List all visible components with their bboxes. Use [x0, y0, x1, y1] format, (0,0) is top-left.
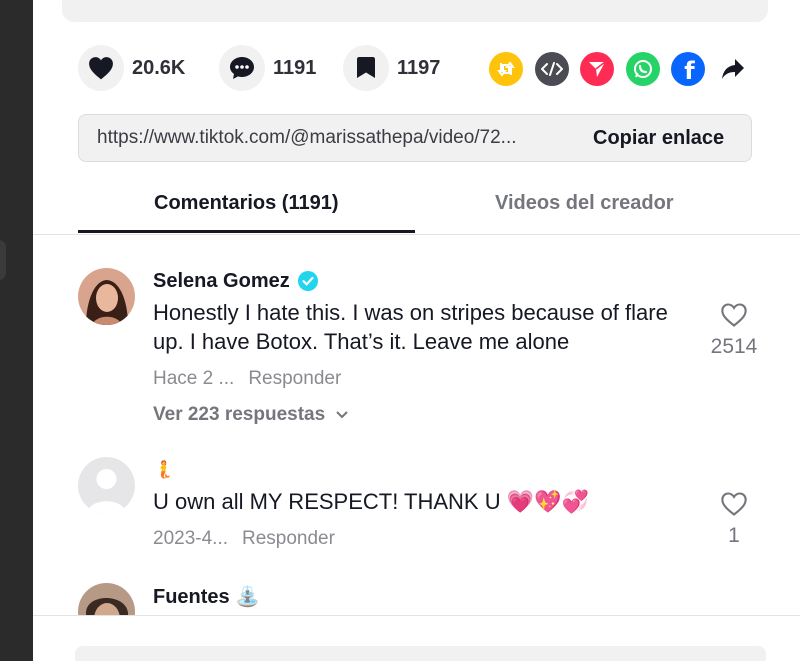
- comment-tabs: Comentarios (1191) Videos del creador: [33, 180, 800, 235]
- comment-input-divider: [33, 615, 800, 616]
- comment-time: 2023-4...: [153, 528, 228, 549]
- heart-icon: [89, 57, 113, 80]
- username-text[interactable]: 🧜: [153, 460, 174, 480]
- send-button[interactable]: [580, 52, 614, 86]
- like-button[interactable]: [78, 45, 124, 91]
- facebook-button[interactable]: f: [671, 52, 705, 86]
- comment-item: 🧜 U own all MY RESPECT! THANK U 💗💖💞 2023…: [78, 457, 768, 557]
- active-tab-indicator: [78, 230, 415, 233]
- verified-badge-icon: [297, 271, 318, 291]
- repost-icon: [497, 61, 515, 77]
- comment-time: Hace 2 ...: [153, 368, 235, 389]
- avatar[interactable]: [78, 268, 135, 325]
- reply-button[interactable]: Responder: [242, 528, 335, 550]
- username-text[interactable]: Selena Gomez: [153, 270, 290, 293]
- reply-button[interactable]: Responder: [248, 368, 341, 390]
- comment-button[interactable]: [219, 45, 265, 91]
- comment-icon: [230, 57, 254, 79]
- share-arrow-icon: [722, 59, 744, 79]
- comment-item: Selena Gomez Honestly I hate this. I was…: [78, 268, 768, 438]
- heart-outline-icon[interactable]: [720, 302, 748, 328]
- left-rail: [0, 0, 33, 661]
- repost-button[interactable]: [489, 52, 523, 86]
- comment-like-count: 2514: [710, 335, 758, 358]
- facebook-icon: f: [684, 57, 695, 85]
- comment-like[interactable]: 2514: [704, 302, 764, 359]
- whatsapp-button[interactable]: [626, 52, 660, 86]
- share-link-bar: https://www.tiktok.com/@marissathepa/vid…: [78, 114, 752, 162]
- tab-creator-videos[interactable]: Videos del creador: [495, 192, 674, 215]
- comment-item: Fuentes ⛲: [78, 583, 768, 615]
- view-replies-button[interactable]: Ver 223 respuestas: [153, 404, 673, 426]
- comment-text: Honestly I hate this. I was on stripes b…: [153, 300, 668, 354]
- comment-username[interactable]: 🧜: [153, 457, 673, 483]
- embed-button[interactable]: [535, 52, 569, 86]
- like-action[interactable]: 20.6K: [78, 45, 185, 91]
- chevron-down-icon: [336, 411, 348, 419]
- video-description-card: [62, 0, 768, 22]
- comment-username[interactable]: Fuentes ⛲: [153, 583, 673, 609]
- comment-count: 1191: [273, 56, 317, 79]
- view-replies-label: Ver 223 respuestas: [153, 404, 326, 425]
- comment-like-count: 1: [728, 524, 740, 547]
- comment-like[interactable]: 1: [704, 491, 764, 548]
- comment-username[interactable]: Selena Gomez: [153, 268, 673, 294]
- save-action[interactable]: 1197: [343, 45, 440, 91]
- username-text[interactable]: Fuentes ⛲: [153, 584, 260, 609]
- whatsapp-icon: [634, 60, 652, 78]
- save-count: 1197: [397, 56, 441, 79]
- comment-input-box[interactable]: [75, 646, 766, 661]
- comment-text: U own all MY RESPECT! THANK U 💗💖💞: [153, 489, 589, 514]
- send-icon: [589, 61, 606, 77]
- comment-action[interactable]: 1191: [219, 45, 316, 91]
- more-share-button[interactable]: [716, 52, 750, 86]
- embed-icon: [541, 62, 563, 76]
- copy-link-button[interactable]: Copiar enlace: [593, 127, 724, 150]
- heart-outline-icon[interactable]: [720, 491, 748, 517]
- avatar[interactable]: [78, 457, 135, 514]
- action-bar: 20.6K 1191 1197 f: [78, 45, 758, 91]
- rail-handle[interactable]: [0, 240, 6, 280]
- save-button[interactable]: [343, 45, 389, 91]
- video-url[interactable]: https://www.tiktok.com/@marissathepa/vid…: [97, 127, 567, 149]
- avatar[interactable]: [78, 583, 135, 615]
- tab-comments[interactable]: Comentarios (1191): [154, 192, 339, 215]
- bookmark-icon: [357, 57, 375, 78]
- like-count: 20.6K: [132, 56, 186, 79]
